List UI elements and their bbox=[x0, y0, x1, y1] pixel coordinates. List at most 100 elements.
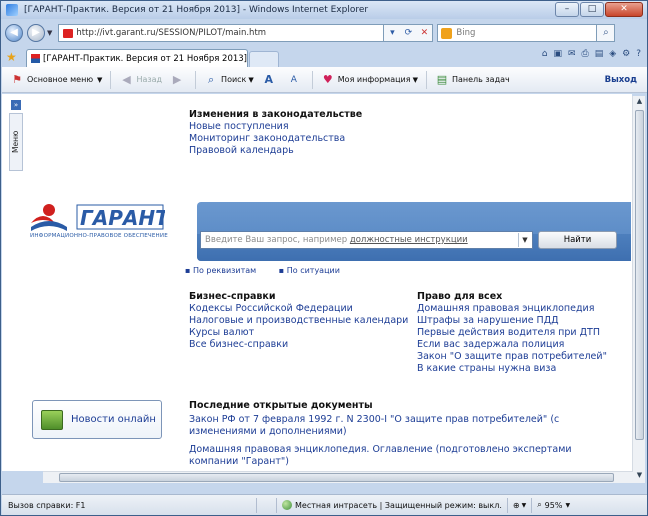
browser-tab[interactable]: [ГАРАНТ-Практик. Версия от 21 Ноября 201… bbox=[26, 49, 248, 67]
taskbar-button[interactable]: ▤ Панель задач bbox=[435, 73, 510, 87]
my-info-button[interactable]: ♥ Моя информация ▼ bbox=[321, 73, 418, 87]
help-icon[interactable]: ? bbox=[636, 49, 641, 59]
search-magnifier-icon[interactable]: ⌕ bbox=[597, 24, 616, 42]
forward-circle-icon: ▶ bbox=[172, 72, 182, 86]
page-icon bbox=[63, 28, 74, 38]
heart-icon: ♥ bbox=[322, 72, 333, 86]
history-dropdown-icon[interactable]: ▼ bbox=[47, 29, 52, 37]
font-increase-icon: A bbox=[264, 72, 274, 86]
vertical-scrollbar[interactable]: ▲ ▼ bbox=[632, 96, 645, 483]
my-info-label: Моя информация bbox=[337, 75, 411, 84]
law-for-all-section: Право для всех Домашняя правовая энцикло… bbox=[417, 291, 607, 375]
globe-icon bbox=[282, 500, 292, 510]
status-empty-segment bbox=[256, 497, 276, 513]
garant-logo: ГАРАНТ bbox=[31, 204, 165, 231]
address-dropdown-icon[interactable]: ▾ bbox=[384, 28, 400, 38]
app-toolbar: ⚑ Основное меню ▼ ◀ Назад ▶ ⌕ Поиск ▼ A … bbox=[2, 67, 647, 93]
recent-doc-link[interactable]: Закон РФ от 7 февраля 1992 г. N 2300-I "… bbox=[189, 414, 619, 438]
taskbar-label: Панель задач bbox=[451, 75, 510, 84]
business-link[interactable]: Все бизнес-справки bbox=[189, 339, 408, 351]
ie-icon bbox=[6, 4, 18, 16]
maximize-button[interactable]: □ bbox=[580, 2, 604, 17]
menu-toggle-icon[interactable]: » bbox=[11, 100, 21, 110]
legislation-link[interactable]: Мониторинг законодательства bbox=[189, 133, 362, 145]
legislation-link[interactable]: Правовой календарь bbox=[189, 145, 362, 157]
side-menu-tab[interactable]: Меню bbox=[9, 113, 23, 171]
stop-icon[interactable]: ✕ bbox=[416, 28, 432, 38]
forward-button[interactable]: ▶ bbox=[170, 73, 187, 87]
back-button[interactable]: ◀ Назад bbox=[119, 73, 162, 87]
recent-doc-link[interactable]: Домашняя правовая энциклопедия. Оглавлен… bbox=[189, 444, 619, 468]
minimize-button[interactable]: – bbox=[555, 2, 579, 17]
business-link[interactable]: Курсы валют bbox=[189, 327, 408, 339]
refresh-icon[interactable]: ⟳ bbox=[400, 28, 416, 38]
status-bar: Вызов справки: F1 Местная интрасеть | За… bbox=[2, 494, 647, 515]
page-menu-icon[interactable]: ▤ bbox=[595, 49, 604, 59]
chevron-down-icon: ▼ bbox=[248, 75, 254, 84]
law-link[interactable]: Если вас задержала полиция bbox=[417, 339, 607, 351]
chevron-down-icon: ▼ bbox=[412, 75, 418, 84]
favorites-star-icon[interactable]: ★ bbox=[6, 50, 20, 64]
search-placeholder: Bing bbox=[456, 28, 476, 38]
scroll-down-icon[interactable]: ▼ bbox=[634, 471, 645, 482]
window-title: [ГАРАНТ-Практик. Версия от 21 Ноября 201… bbox=[24, 5, 369, 15]
garant-tab-icon bbox=[31, 54, 40, 63]
browser-window: [ГАРАНТ-Практик. Версия от 21 Ноября 201… bbox=[0, 0, 648, 516]
exit-link[interactable]: Выход bbox=[605, 75, 637, 85]
main-menu-button[interactable]: ⚑ Основное меню ▼ bbox=[10, 73, 102, 87]
feeds-icon[interactable]: ▣ bbox=[553, 49, 562, 59]
search-button[interactable]: ⌕ Поиск ▼ bbox=[204, 73, 254, 87]
chevron-down-icon: ▼ bbox=[97, 75, 103, 84]
protected-mode-icon-segment[interactable]: ⊕ ▼ bbox=[506, 497, 531, 513]
law-for-all-heading: Право для всех bbox=[417, 291, 503, 302]
chevron-down-icon: ▼ bbox=[521, 501, 527, 509]
horizontal-scroll-thumb[interactable] bbox=[59, 473, 614, 482]
new-tab-button[interactable] bbox=[249, 51, 279, 67]
back-arrow-icon[interactable]: ◀ bbox=[5, 24, 23, 42]
search-example-link[interactable]: должностные инструкции bbox=[350, 235, 468, 245]
close-button[interactable]: ✕ bbox=[605, 2, 643, 17]
tools-gear-icon[interactable]: ⚙ bbox=[622, 49, 630, 59]
by-situation-link[interactable]: ▪ По ситуации bbox=[279, 266, 350, 275]
news-online-button[interactable]: Новости онлайн bbox=[32, 400, 162, 439]
search-placeholder-text: Введите Ваш запрос, например bbox=[205, 235, 350, 245]
back-label: Назад bbox=[136, 75, 163, 84]
business-heading: Бизнес-справки bbox=[189, 291, 276, 302]
font-decrease-button[interactable]: A bbox=[287, 73, 304, 87]
flag-icon: ⚑ bbox=[12, 72, 22, 86]
scroll-up-icon[interactable]: ▲ bbox=[634, 97, 645, 108]
security-zone[interactable]: Местная интрасеть | Защищенный режим: вы… bbox=[276, 497, 507, 513]
law-link[interactable]: Домашняя правовая энциклопедия bbox=[417, 303, 607, 315]
mail-icon[interactable]: ✉ bbox=[568, 49, 576, 59]
by-requisites-link[interactable]: ▪ По реквизитам bbox=[185, 266, 266, 275]
business-link[interactable]: Налоговые и производственные календари bbox=[189, 315, 408, 327]
home-icon[interactable]: ⌂ bbox=[542, 49, 548, 59]
zone-text: Местная интрасеть | Защищенный режим: вы… bbox=[295, 500, 502, 510]
search-label: Поиск bbox=[221, 75, 247, 84]
vertical-scroll-thumb[interactable] bbox=[635, 110, 644, 440]
search-sub-links: ▪ По реквизитам ▪ По ситуации bbox=[185, 266, 360, 275]
horizontal-scrollbar[interactable] bbox=[43, 471, 633, 483]
font-increase-button[interactable]: A bbox=[262, 73, 279, 87]
chevron-down-icon[interactable]: ▼ bbox=[518, 233, 531, 247]
law-link[interactable]: Первые действия водителя при ДТП bbox=[417, 327, 607, 339]
status-text: Вызов справки: F1 bbox=[8, 500, 86, 510]
find-button[interactable]: Найти bbox=[538, 231, 617, 249]
main-search-input[interactable]: Введите Ваш запрос, например должностные… bbox=[200, 231, 533, 249]
forward-arrow-icon[interactable]: ▶ bbox=[27, 24, 45, 42]
search-box[interactable]: Bing bbox=[437, 24, 598, 42]
business-link[interactable]: Кодексы Российской Федерации bbox=[189, 303, 408, 315]
safety-icon[interactable]: ◈ bbox=[609, 49, 616, 59]
legislation-link[interactable]: Новые поступления bbox=[189, 121, 362, 133]
news-screen-icon bbox=[41, 409, 63, 430]
law-link[interactable]: Штрафы за нарушение ПДД bbox=[417, 315, 607, 327]
address-bar[interactable]: http://ivt.garant.ru/SESSION/PILOT/main.… bbox=[58, 24, 385, 42]
zoom-magnifier-icon: ⌕ bbox=[537, 500, 542, 509]
print-icon[interactable]: ⎙ bbox=[582, 49, 589, 59]
protected-mode-icon: ⊕ bbox=[512, 500, 520, 510]
law-link[interactable]: В какие страны нужна виза bbox=[417, 363, 607, 375]
bing-icon bbox=[441, 27, 453, 39]
law-link[interactable]: Закон "О защите прав потребителей" bbox=[417, 351, 607, 363]
svg-text:ГАРАНТ: ГАРАНТ bbox=[80, 206, 165, 230]
zoom-control[interactable]: ⌕ 95% ▼ bbox=[531, 497, 575, 513]
